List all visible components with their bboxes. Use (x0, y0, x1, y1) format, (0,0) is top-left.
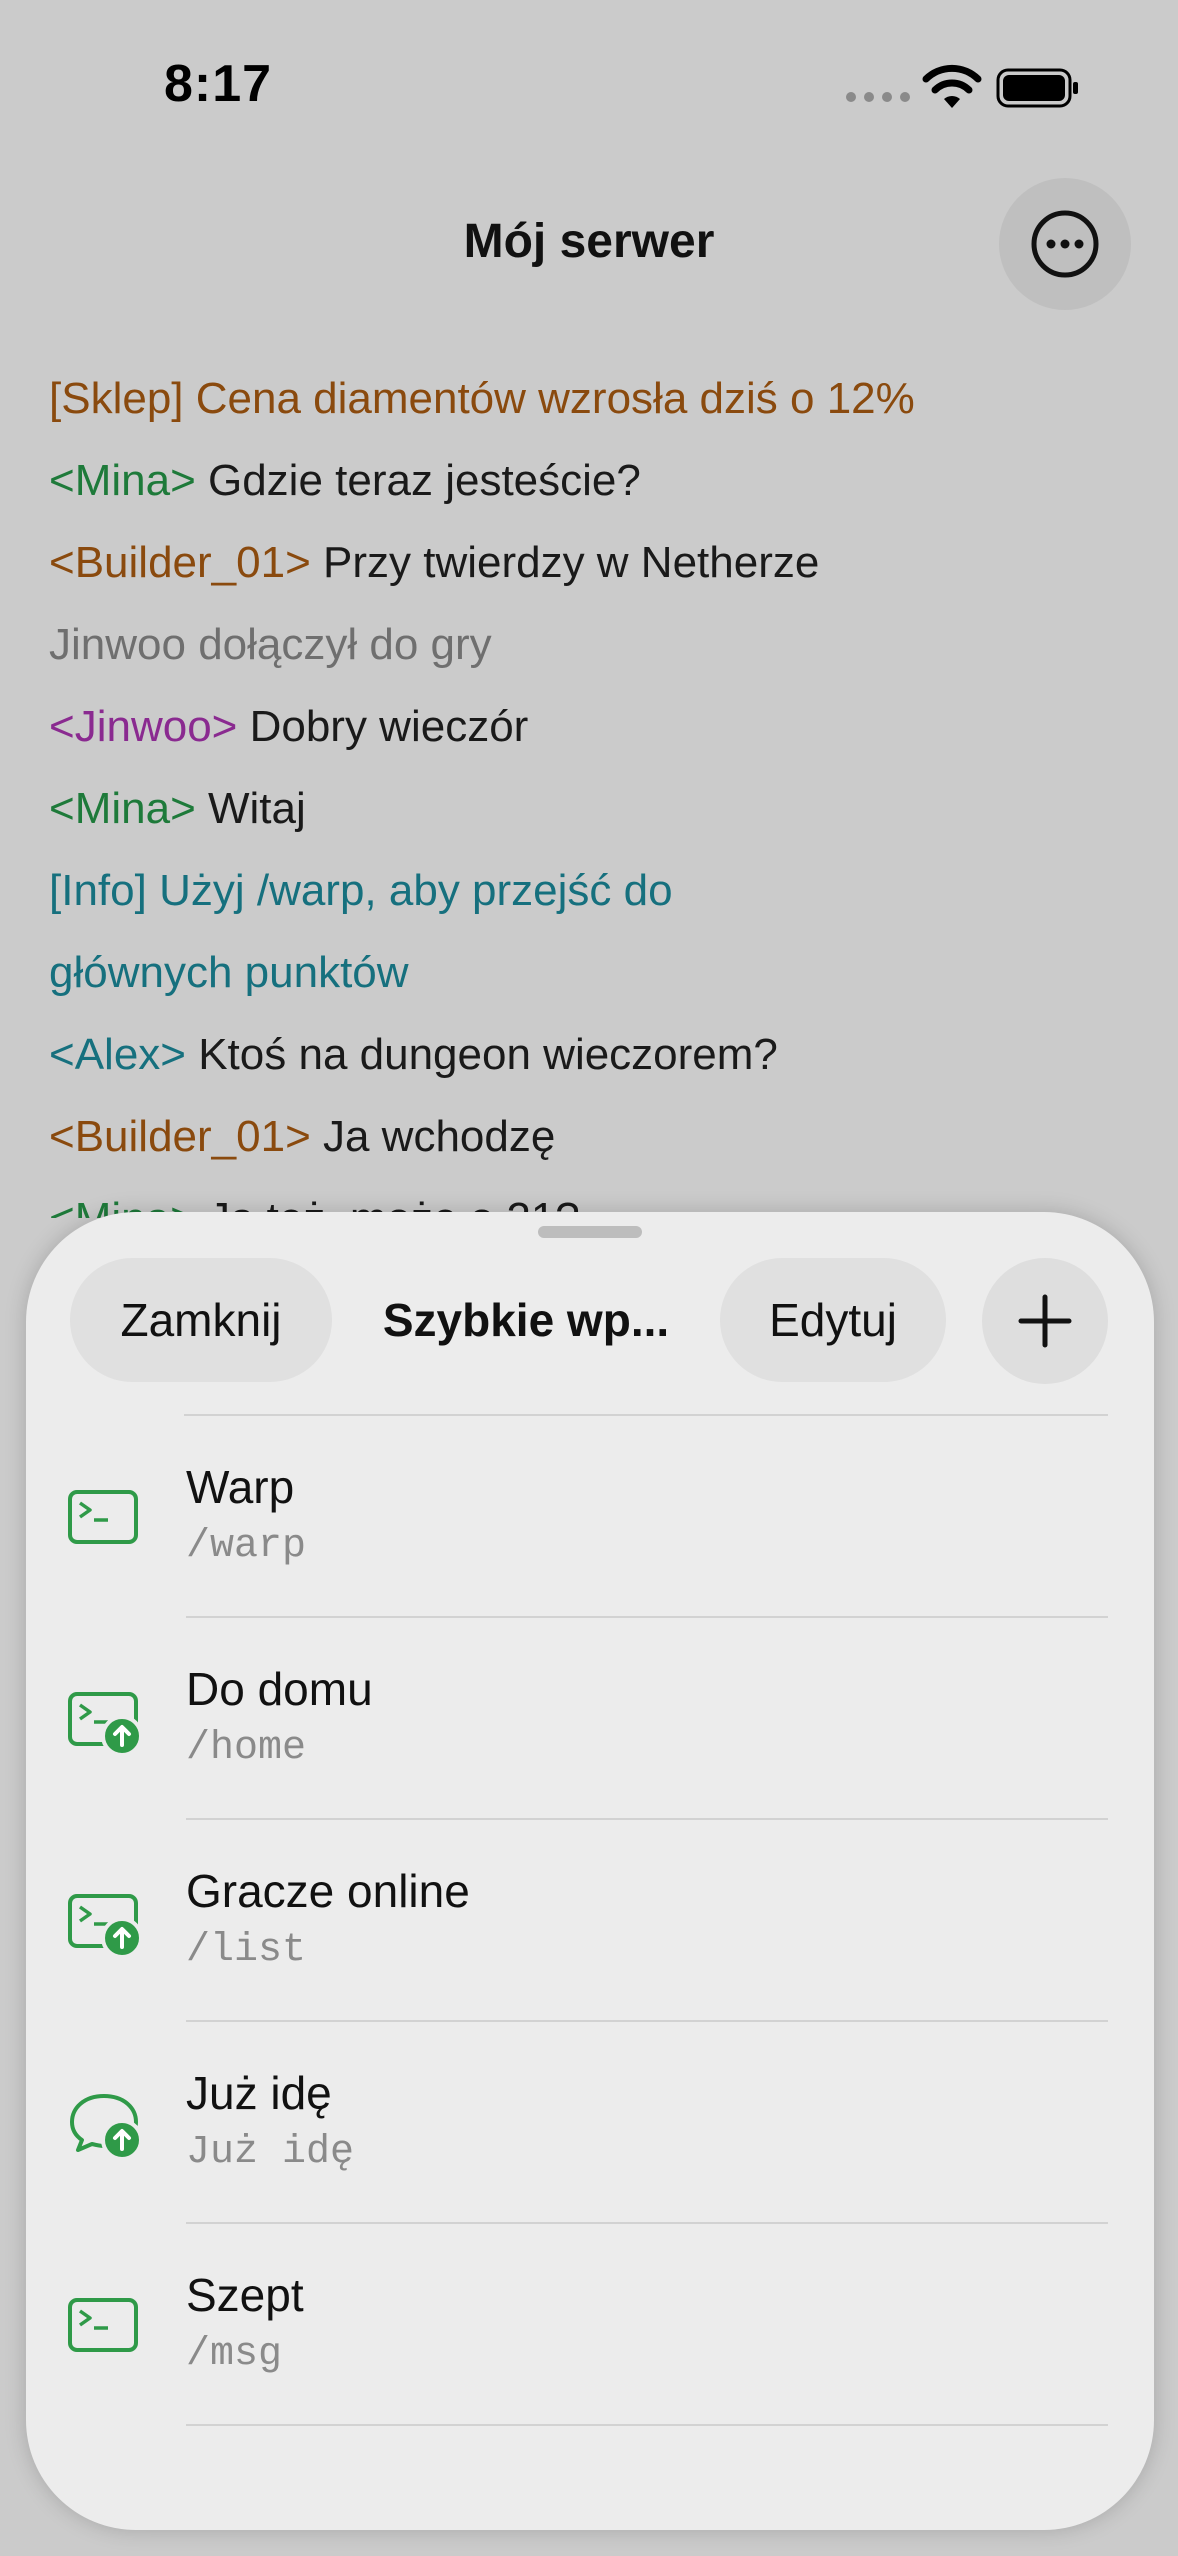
status-time: 8:17 (164, 55, 273, 113)
chat-line: [Sklep] Cena diamentów wzrosła dziś o 12… (49, 374, 915, 423)
sheet-grabber[interactable] (538, 1226, 642, 1238)
chat-line: <Builder_01> Przy twierdzy w Netherze (49, 538, 820, 587)
item-label: Warp (186, 1461, 295, 1513)
chat-line: <Mina> Gdzie teraz jesteście? (49, 456, 641, 505)
divider (186, 2424, 1108, 2426)
list-item[interactable]: Gracze online /list (26, 1820, 1154, 2022)
terminal-send-icon (68, 1894, 143, 1959)
item-command: /list (186, 1928, 307, 1973)
chat-line: głównych punktów (49, 948, 409, 997)
list-item[interactable]: Już idę Już idę (26, 2022, 1154, 2224)
add-button[interactable] (982, 1258, 1108, 1384)
ellipsis-circle-icon (1031, 210, 1099, 278)
plus-icon (1018, 1294, 1072, 1348)
item-label: Już idę (186, 2067, 332, 2119)
chat-log: [Sklep] Cena diamentów wzrosła dziś o 12… (49, 358, 1129, 1218)
wifi-icon (922, 64, 982, 108)
status-bar: 8:17 (0, 0, 1178, 170)
list-item[interactable]: Do domu /home (26, 1618, 1154, 1820)
sheet-title: Szybkie wp... (382, 1294, 670, 1346)
terminal-icon (68, 1490, 138, 1544)
chat-line: <Jinwoo> Dobry wieczór (49, 702, 529, 751)
chat-line: <Alex> Ktoś na dungeon wieczorem? (49, 1030, 778, 1079)
quick-entries-sheet: Zamknij Szybkie wp... Edytuj Warp /warp (26, 1212, 1154, 2530)
edit-button[interactable]: Edytuj (720, 1258, 946, 1382)
list-item[interactable]: Warp /warp (26, 1416, 1154, 1618)
quick-entries-list: Warp /warp Do domu /home Gracze online /… (26, 1416, 1154, 2426)
item-command: Już idę (186, 2130, 355, 2175)
item-label: Szept (186, 2269, 304, 2321)
item-command: /msg (186, 2332, 283, 2377)
more-options-button[interactable] (999, 178, 1131, 310)
chat-bubble-send-icon (70, 2094, 143, 2161)
chat-line: [Info] Użyj /warp, aby przejść do (49, 866, 673, 915)
chat-line: <Mina> Witaj (49, 784, 306, 833)
chat-line: <Builder_01> Ja wchodzę (49, 1112, 556, 1161)
close-button[interactable]: Zamknij (70, 1258, 332, 1382)
terminal-send-icon (68, 1692, 143, 1757)
chat-line: Jinwoo dołączył do gry (49, 620, 492, 669)
cellular-signal-icon (846, 92, 910, 102)
terminal-icon (68, 2298, 138, 2352)
item-label: Do domu (186, 1663, 373, 1715)
battery-icon (996, 68, 1078, 108)
item-command: /warp (186, 1524, 307, 1569)
item-command: /home (186, 1726, 307, 1771)
list-item[interactable]: Szept /msg (26, 2224, 1154, 2426)
item-label: Gracze online (186, 1865, 470, 1917)
